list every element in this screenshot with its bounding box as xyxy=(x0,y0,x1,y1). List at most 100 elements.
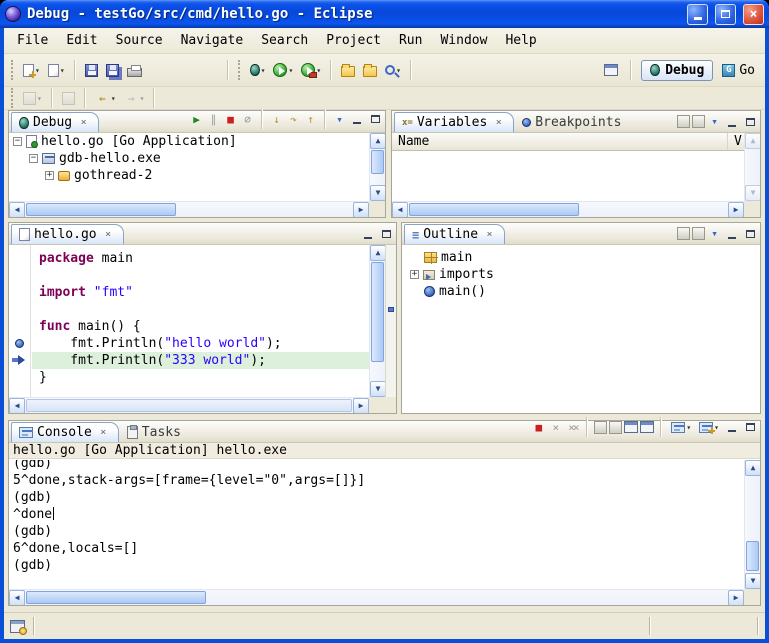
minimize-view-button[interactable] xyxy=(724,114,740,129)
step-over-button[interactable]: ↷ xyxy=(286,112,301,127)
menu-edit[interactable]: Edit xyxy=(57,30,106,51)
perspective-go-button[interactable]: G Go xyxy=(718,61,759,80)
tree-item-thread[interactable]: + gothread-2 xyxy=(9,167,369,184)
code-line[interactable] xyxy=(32,267,369,284)
dropdown-arrow-icon[interactable]: ▾ xyxy=(261,66,266,75)
scrollbar-thumb[interactable] xyxy=(371,262,384,362)
minimize-view-button[interactable] xyxy=(349,112,365,127)
expander-icon[interactable]: − xyxy=(13,137,22,146)
scrollbar-thumb[interactable] xyxy=(746,541,759,571)
tab-close-icon[interactable]: × xyxy=(491,115,506,130)
titlebar[interactable]: Debug - testGo/src/cmd/hello.go - Eclips… xyxy=(0,0,769,28)
console-output[interactable]: (gdb) 5^done,stack-args=[frame={level="0… xyxy=(9,460,744,589)
display-console-button[interactable]: ▾ xyxy=(668,415,694,439)
tree-item-process[interactable]: − gdb-hello.exe xyxy=(9,150,369,167)
dropdown-arrow-icon[interactable]: ▾ xyxy=(37,94,42,103)
maximize-view-button[interactable] xyxy=(742,114,758,129)
show-stdout-button[interactable] xyxy=(640,421,654,433)
tab-close-icon[interactable]: × xyxy=(76,115,91,130)
minimize-button[interactable] xyxy=(687,4,708,25)
import-button[interactable] xyxy=(360,58,380,82)
menu-run[interactable]: Run xyxy=(390,30,431,51)
tab-hello-go[interactable]: hello.go × xyxy=(11,224,124,244)
dropdown-arrow-icon[interactable]: ▾ xyxy=(60,66,65,75)
menu-project[interactable]: Project xyxy=(317,30,390,51)
outline-tree[interactable]: main + imports main() xyxy=(402,249,760,413)
tab-debug[interactable]: Debug × xyxy=(11,112,99,132)
minimize-view-button[interactable] xyxy=(360,226,376,241)
scroll-up-button[interactable]: ▲ xyxy=(745,133,760,149)
view-menu-button[interactable]: ▾ xyxy=(707,114,722,129)
dropdown-arrow-icon[interactable]: ▾ xyxy=(288,66,293,75)
code-line[interactable]: package main xyxy=(32,250,369,267)
print-button[interactable] xyxy=(124,58,145,82)
overview-ruler[interactable] xyxy=(385,245,396,397)
tab-close-icon[interactable]: × xyxy=(101,227,116,242)
toolbar-grip[interactable] xyxy=(11,88,15,108)
dropdown-arrow-icon[interactable]: ▾ xyxy=(686,423,691,432)
disconnect-button[interactable]: ∅ xyxy=(240,112,255,127)
editor-gutter[interactable] xyxy=(9,245,31,397)
debug-button[interactable]: ▾ xyxy=(247,58,269,82)
scrollbar-thumb[interactable] xyxy=(409,203,579,216)
vertical-scrollbar[interactable]: ▲ ▼ xyxy=(744,133,760,201)
maximize-view-button[interactable] xyxy=(378,226,394,241)
tab-close-icon[interactable]: × xyxy=(96,425,111,440)
hide-fields-button[interactable] xyxy=(692,227,705,240)
menu-window[interactable]: Window xyxy=(431,30,496,51)
show-type-names-button[interactable] xyxy=(677,115,690,128)
outline-item-package[interactable]: main xyxy=(402,249,760,266)
outline-item-imports[interactable]: + imports xyxy=(402,266,760,283)
horizontal-scrollbar[interactable]: ◀ ▶ xyxy=(9,201,369,217)
scroll-right-button[interactable]: ▶ xyxy=(353,398,369,413)
code-line[interactable]: func main() { xyxy=(32,318,369,335)
debug-tree[interactable]: − hello.go [Go Application] − gdb-hello.… xyxy=(9,133,369,201)
scroll-up-button[interactable]: ▲ xyxy=(370,245,386,261)
terminate-button[interactable]: ■ xyxy=(531,420,546,435)
tab-variables[interactable]: x= Variables × xyxy=(394,112,514,132)
vertical-scrollbar[interactable]: ▲ ▼ xyxy=(369,245,385,397)
overview-marker-icon[interactable] xyxy=(388,307,394,312)
horizontal-scrollbar[interactable]: ◀ ▶ xyxy=(9,397,369,413)
external-tools-button[interactable]: ▾ xyxy=(298,58,324,82)
scrollbar-thumb[interactable] xyxy=(371,150,384,174)
step-into-button[interactable]: ↓ xyxy=(269,112,284,127)
expander-icon[interactable]: + xyxy=(410,270,419,279)
code-line[interactable]: import "fmt" xyxy=(32,284,369,301)
tree-item-launch[interactable]: − hello.go [Go Application] xyxy=(9,133,369,150)
toolbar-grip[interactable] xyxy=(238,60,242,80)
tab-console[interactable]: Console × xyxy=(11,422,119,442)
outline-item-main-func[interactable]: main() xyxy=(402,283,760,300)
scroll-down-button[interactable]: ▼ xyxy=(370,381,386,397)
close-button[interactable]: × xyxy=(743,4,764,25)
scroll-left-button[interactable]: ◀ xyxy=(392,202,408,217)
minimize-view-button[interactable] xyxy=(724,226,740,241)
scrollbar-thumb[interactable] xyxy=(26,591,206,604)
fast-view-icon[interactable] xyxy=(10,620,25,633)
last-edit-location-button[interactable] xyxy=(59,86,78,110)
toolbar-grip[interactable] xyxy=(11,60,15,80)
scroll-up-button[interactable]: ▲ xyxy=(370,133,385,149)
dropdown-arrow-icon[interactable]: ▾ xyxy=(111,94,116,103)
menu-search[interactable]: Search xyxy=(252,30,317,51)
annotation-nav-button[interactable]: ▾ xyxy=(20,86,45,110)
save-button[interactable] xyxy=(82,58,101,82)
dropdown-arrow-icon[interactable]: ▾ xyxy=(140,94,145,103)
save-all-button[interactable] xyxy=(103,58,122,82)
scroll-left-button[interactable]: ◀ xyxy=(9,398,25,413)
clear-console-button[interactable] xyxy=(624,421,638,433)
collapse-all-button[interactable] xyxy=(692,115,705,128)
forward-button[interactable]: → ▾ xyxy=(121,86,148,110)
scroll-right-button[interactable]: ▶ xyxy=(728,202,744,217)
vertical-scrollbar[interactable]: ▲ ▼ xyxy=(369,133,385,201)
eclipse-icon[interactable] xyxy=(5,6,21,22)
suspend-button[interactable]: ∥ xyxy=(206,112,221,127)
scroll-left-button[interactable]: ◀ xyxy=(9,590,25,605)
maximize-button[interactable] xyxy=(715,4,736,25)
breakpoint-marker-icon[interactable] xyxy=(15,339,24,348)
pin-console-button[interactable] xyxy=(609,421,622,434)
scroll-up-button[interactable]: ▲ xyxy=(745,460,760,476)
open-console-button[interactable]: ▾ xyxy=(696,415,722,439)
tab-tasks[interactable]: Tasks xyxy=(120,422,188,442)
scroll-lock-button[interactable] xyxy=(594,421,607,434)
